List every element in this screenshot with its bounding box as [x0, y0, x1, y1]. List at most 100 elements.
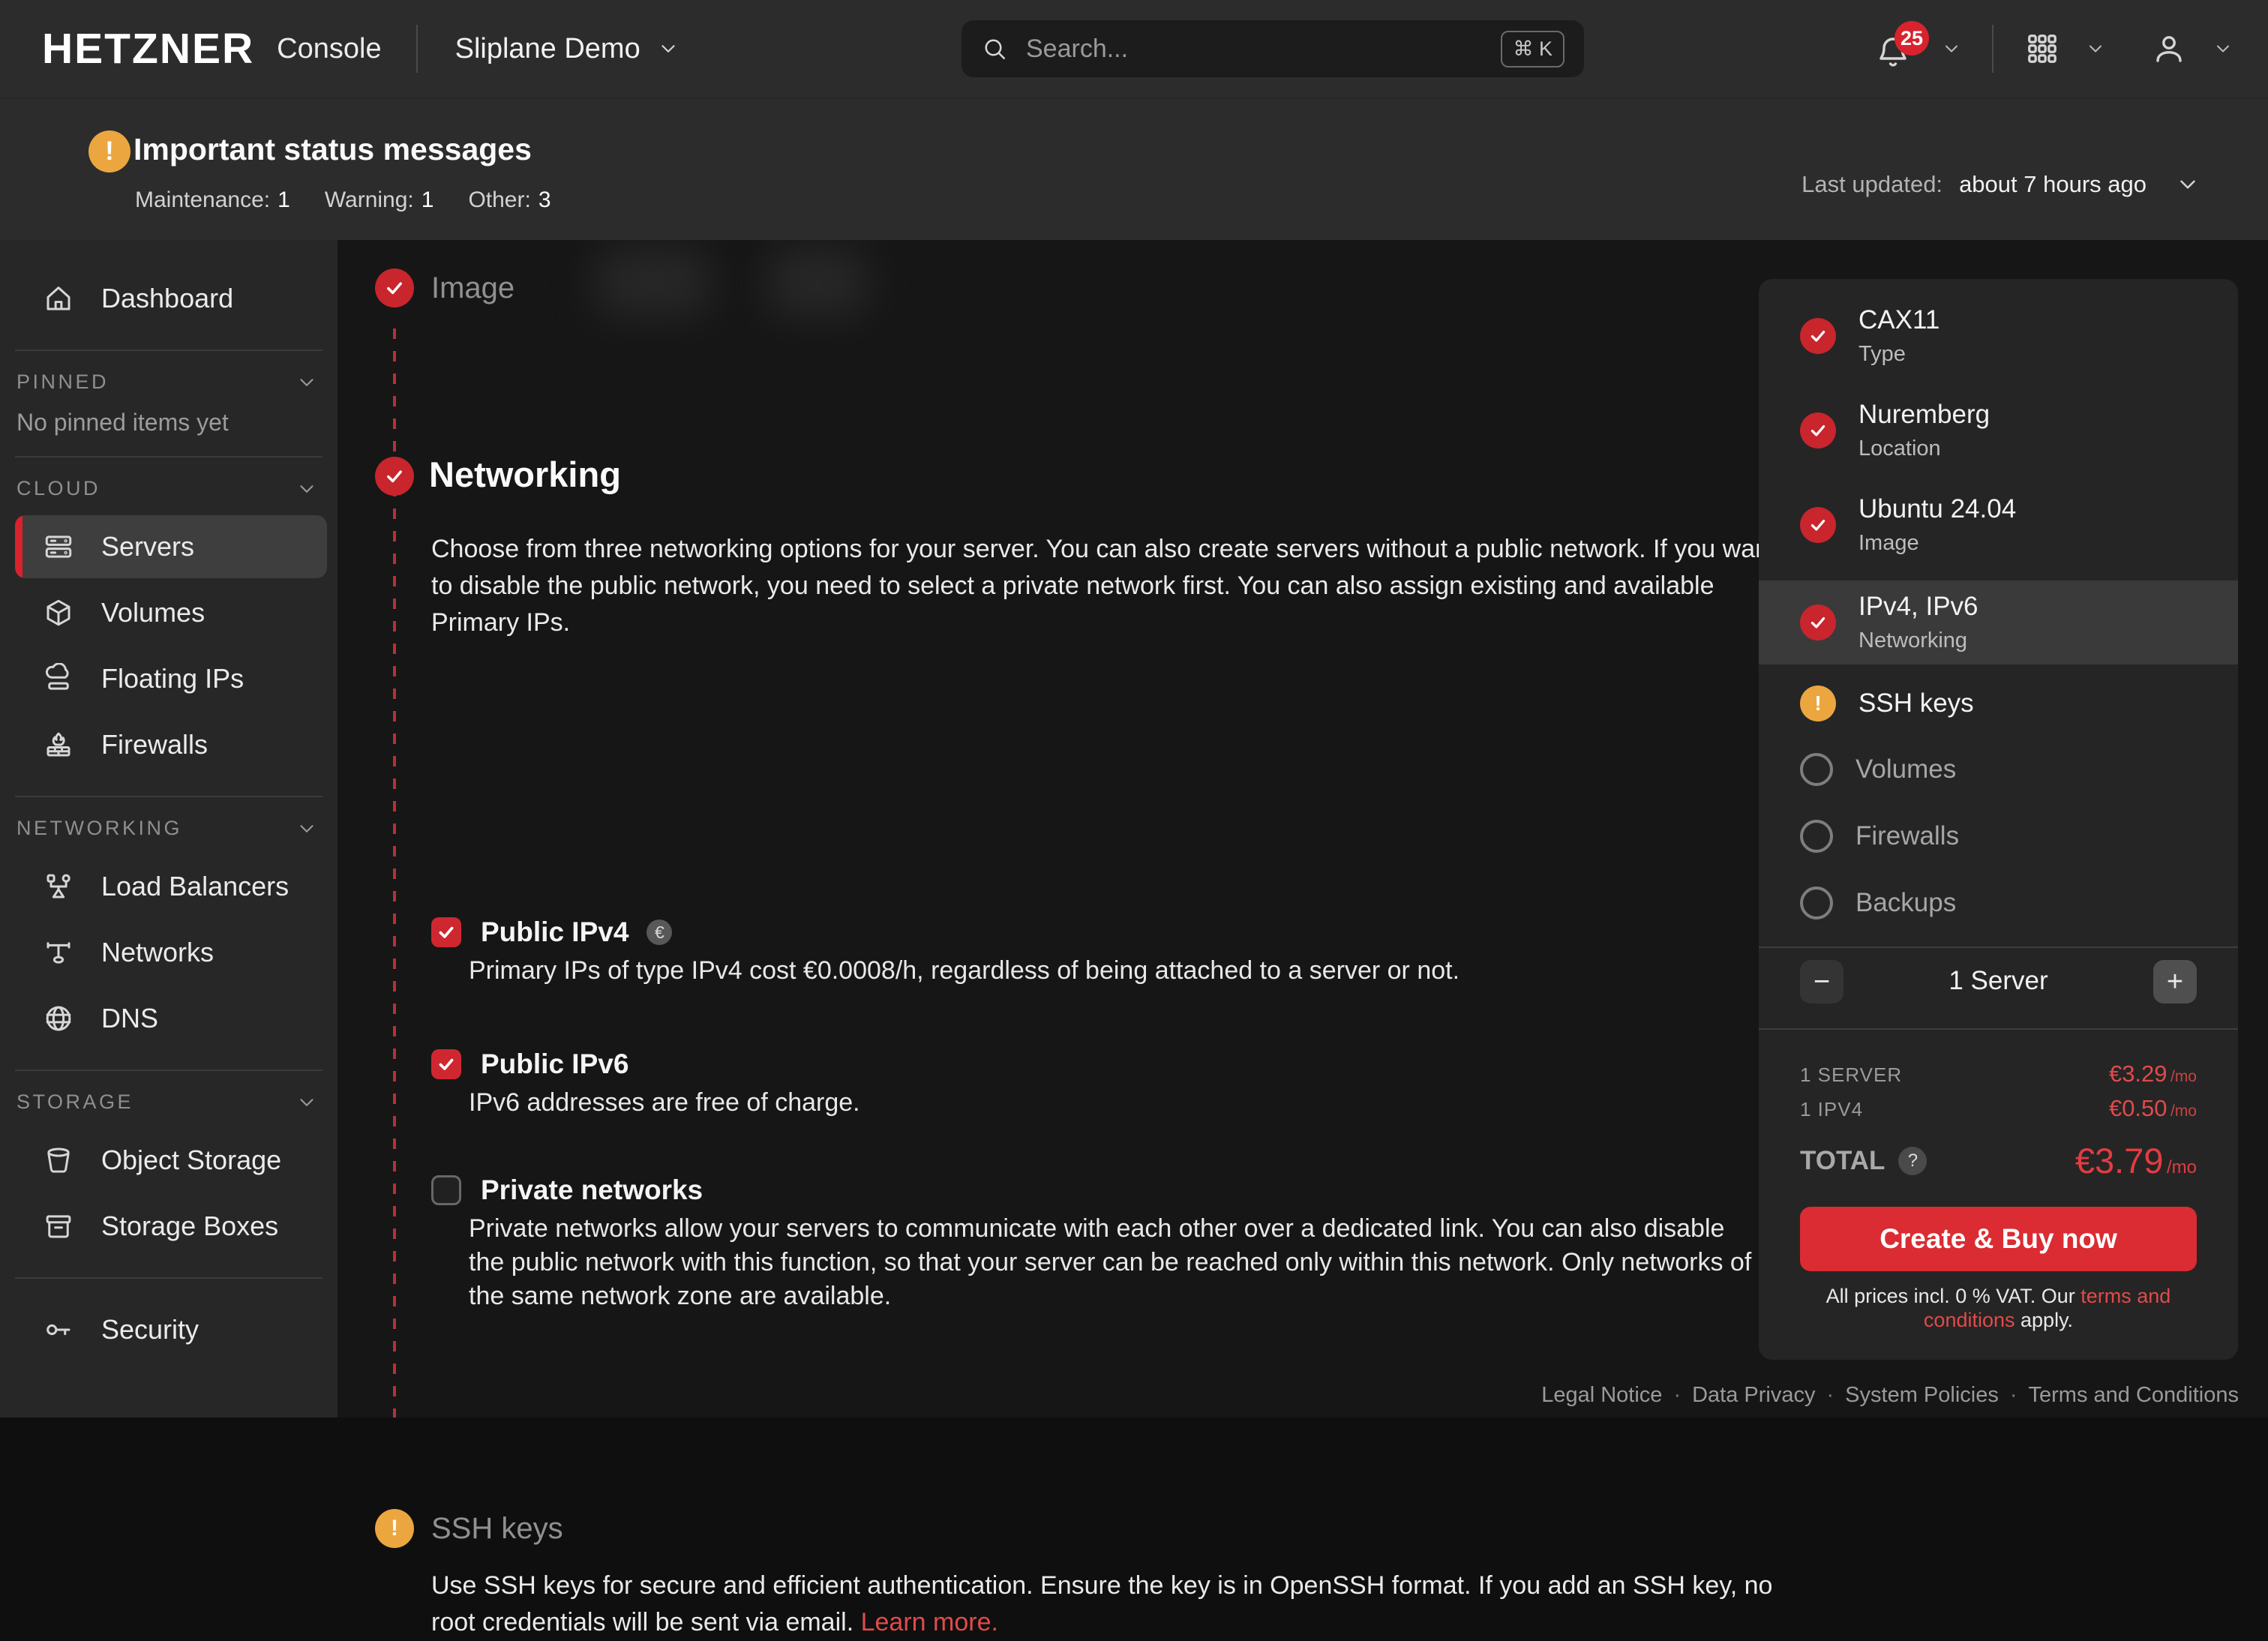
notifications-button[interactable]: 25: [1875, 27, 1916, 70]
sidebar-divider: [15, 796, 322, 797]
warning-count: Warning:1: [325, 188, 434, 213]
chevron-down-icon: [296, 478, 318, 500]
warning-icon: !: [1800, 686, 1836, 722]
cost-euro-badge: €: [646, 920, 672, 945]
step-image-title[interactable]: Image: [431, 272, 514, 305]
sidebar-item-dns[interactable]: DNS: [15, 987, 327, 1050]
section-header-label: NETWORKING: [16, 817, 182, 840]
section-header-label: STORAGE: [16, 1090, 134, 1114]
chevron-down-icon: [2158, 172, 2200, 197]
sidebar-item-volumes[interactable]: Volumes: [15, 581, 327, 644]
sidebar-header-cloud[interactable]: CLOUD: [16, 477, 318, 500]
globe-icon: [43, 1003, 74, 1034]
sidebar-item-label: Security: [101, 1314, 199, 1346]
console-label: Console: [277, 33, 381, 65]
chevron-down-icon[interactable]: [2085, 38, 2106, 59]
summary-step-type[interactable]: CAX11 Type: [1759, 300, 2238, 372]
summary-step-value: Nuremberg: [1858, 400, 1990, 430]
private-networks-description: Private networks allow your servers to c…: [469, 1212, 1759, 1313]
other-count: Other:3: [468, 188, 550, 213]
total-label: TOTAL: [1800, 1146, 1885, 1176]
sidebar-item-label: Volumes: [101, 597, 205, 628]
create-buy-now-button[interactable]: Create & Buy now: [1800, 1207, 2197, 1271]
sidebar-item-label: Firewalls: [101, 729, 208, 760]
step-image-check-icon: [375, 268, 414, 308]
price-row-ipv4: 1 IPV4 €0.50 /mo: [1800, 1095, 2197, 1122]
topbar-divider: [416, 25, 418, 73]
step-ssh-title[interactable]: SSH keys: [431, 1512, 563, 1546]
summary-step-firewalls[interactable]: Firewalls: [1759, 815, 2238, 857]
status-messages-bar: ! Important status messages Maintenance:…: [0, 98, 2268, 240]
footer-link-legal-notice[interactable]: Legal Notice: [1541, 1383, 1662, 1407]
chevron-down-icon[interactable]: [2212, 38, 2234, 59]
sidebar-header-networking[interactable]: NETWORKING: [16, 817, 318, 840]
sidebar-header-pinned[interactable]: PINNED: [16, 370, 318, 394]
sidebar-item-object-storage[interactable]: Object Storage: [15, 1129, 327, 1192]
sidebar-header-storage[interactable]: STORAGE: [16, 1090, 318, 1114]
sidebar-item-floating-ips[interactable]: Floating IPs: [15, 647, 327, 710]
summary-step-label: Image: [1858, 531, 2016, 556]
footer-link-data-privacy[interactable]: Data Privacy: [1692, 1383, 1815, 1407]
summary-step-location[interactable]: Nuremberg Location: [1759, 394, 2238, 466]
summary-step-backups[interactable]: Backups: [1759, 882, 2238, 924]
public-ipv6-option[interactable]: Public IPv6: [431, 1048, 628, 1080]
search-input[interactable]: Search... ⌘ K: [962, 20, 1584, 77]
networking-section-title: Networking: [429, 454, 621, 495]
public-ipv4-description: Primary IPs of type IPv4 cost €0.0008/h,…: [469, 954, 1744, 988]
help-icon[interactable]: ?: [1898, 1147, 1927, 1175]
sidebar-item-networks[interactable]: Networks: [15, 921, 327, 984]
public-ipv6-label: Public IPv6: [481, 1048, 628, 1080]
price-value: €0.50: [2109, 1095, 2168, 1121]
chevron-down-icon[interactable]: [1941, 38, 1962, 59]
increase-server-count-button[interactable]: +: [2153, 960, 2197, 1004]
sidebar-item-label: Floating IPs: [101, 663, 244, 694]
price-value: €3.29: [2109, 1060, 2168, 1087]
key-icon: [43, 1314, 74, 1346]
status-messages-title: Important status messages: [134, 132, 532, 167]
user-account-icon[interactable]: [2151, 31, 2187, 67]
sidebar-item-label: Networks: [101, 937, 214, 968]
apps-grid-icon[interactable]: [2025, 32, 2060, 66]
hetzner-logo[interactable]: HETZNER: [42, 24, 254, 74]
empty-circle-icon: [1800, 753, 1833, 786]
sidebar-item-firewalls[interactable]: Firewalls: [15, 713, 327, 776]
last-updated-toggle[interactable]: Last updated: about 7 hours ago: [1802, 171, 2200, 198]
sidebar-divider: [15, 456, 322, 458]
public-ipv4-label: Public IPv4: [481, 916, 628, 948]
check-icon: [1800, 604, 1836, 640]
summary-step-networking-active[interactable]: IPv4, IPv6 Networking: [1759, 580, 2238, 664]
summary-step-value: Backups: [1856, 888, 1956, 918]
project-switcher[interactable]: Sliplane Demo: [455, 33, 680, 65]
server-count-stepper: − 1 Server +: [1759, 960, 2238, 1006]
search-icon: [981, 35, 1008, 62]
summary-step-value: Ubuntu 24.04: [1858, 494, 2016, 524]
summary-step-ssh-keys[interactable]: ! SSH keys: [1759, 682, 2238, 724]
vat-note: All prices incl. 0 % VAT. Our terms and …: [1781, 1284, 2216, 1332]
network-icon: [43, 937, 74, 968]
public-ipv4-checkbox[interactable]: [431, 917, 461, 947]
sidebar-item-load-balancers[interactable]: Load Balancers: [15, 855, 327, 918]
public-ipv4-option[interactable]: Public IPv4 €: [431, 916, 672, 948]
sidebar-divider: [15, 1070, 322, 1071]
sidebar-item-security[interactable]: Security: [15, 1298, 327, 1361]
footer-link-terms[interactable]: Terms and Conditions: [2029, 1383, 2239, 1407]
summary-step-label: Networking: [1858, 628, 1978, 653]
warning-icon: !: [88, 130, 130, 172]
summary-step-value: SSH keys: [1858, 688, 1974, 718]
step-ssh-warning-icon: !: [375, 1509, 414, 1548]
summary-step-image[interactable]: Ubuntu 24.04 Image: [1759, 489, 2238, 561]
sidebar-item-servers[interactable]: Servers: [15, 515, 327, 578]
sidebar-item-dashboard[interactable]: Dashboard: [15, 267, 327, 330]
private-networks-checkbox[interactable]: [431, 1175, 461, 1205]
pinned-empty-text: No pinned items yet: [16, 409, 338, 436]
footer-link-system-policies[interactable]: System Policies: [1845, 1383, 1999, 1407]
server-icon: [43, 531, 74, 562]
public-ipv6-checkbox[interactable]: [431, 1049, 461, 1079]
learn-more-link[interactable]: Learn more.: [861, 1608, 998, 1636]
summary-step-volumes[interactable]: Volumes: [1759, 748, 2238, 790]
footer-links: Legal Notice·Data Privacy·System Policie…: [1541, 1383, 2239, 1408]
sidebar-item-label: Load Balancers: [101, 871, 289, 902]
summary-step-value: CAX11: [1858, 305, 1940, 335]
sidebar-item-storage-boxes[interactable]: Storage Boxes: [15, 1195, 327, 1258]
private-networks-option[interactable]: Private networks: [431, 1174, 703, 1206]
